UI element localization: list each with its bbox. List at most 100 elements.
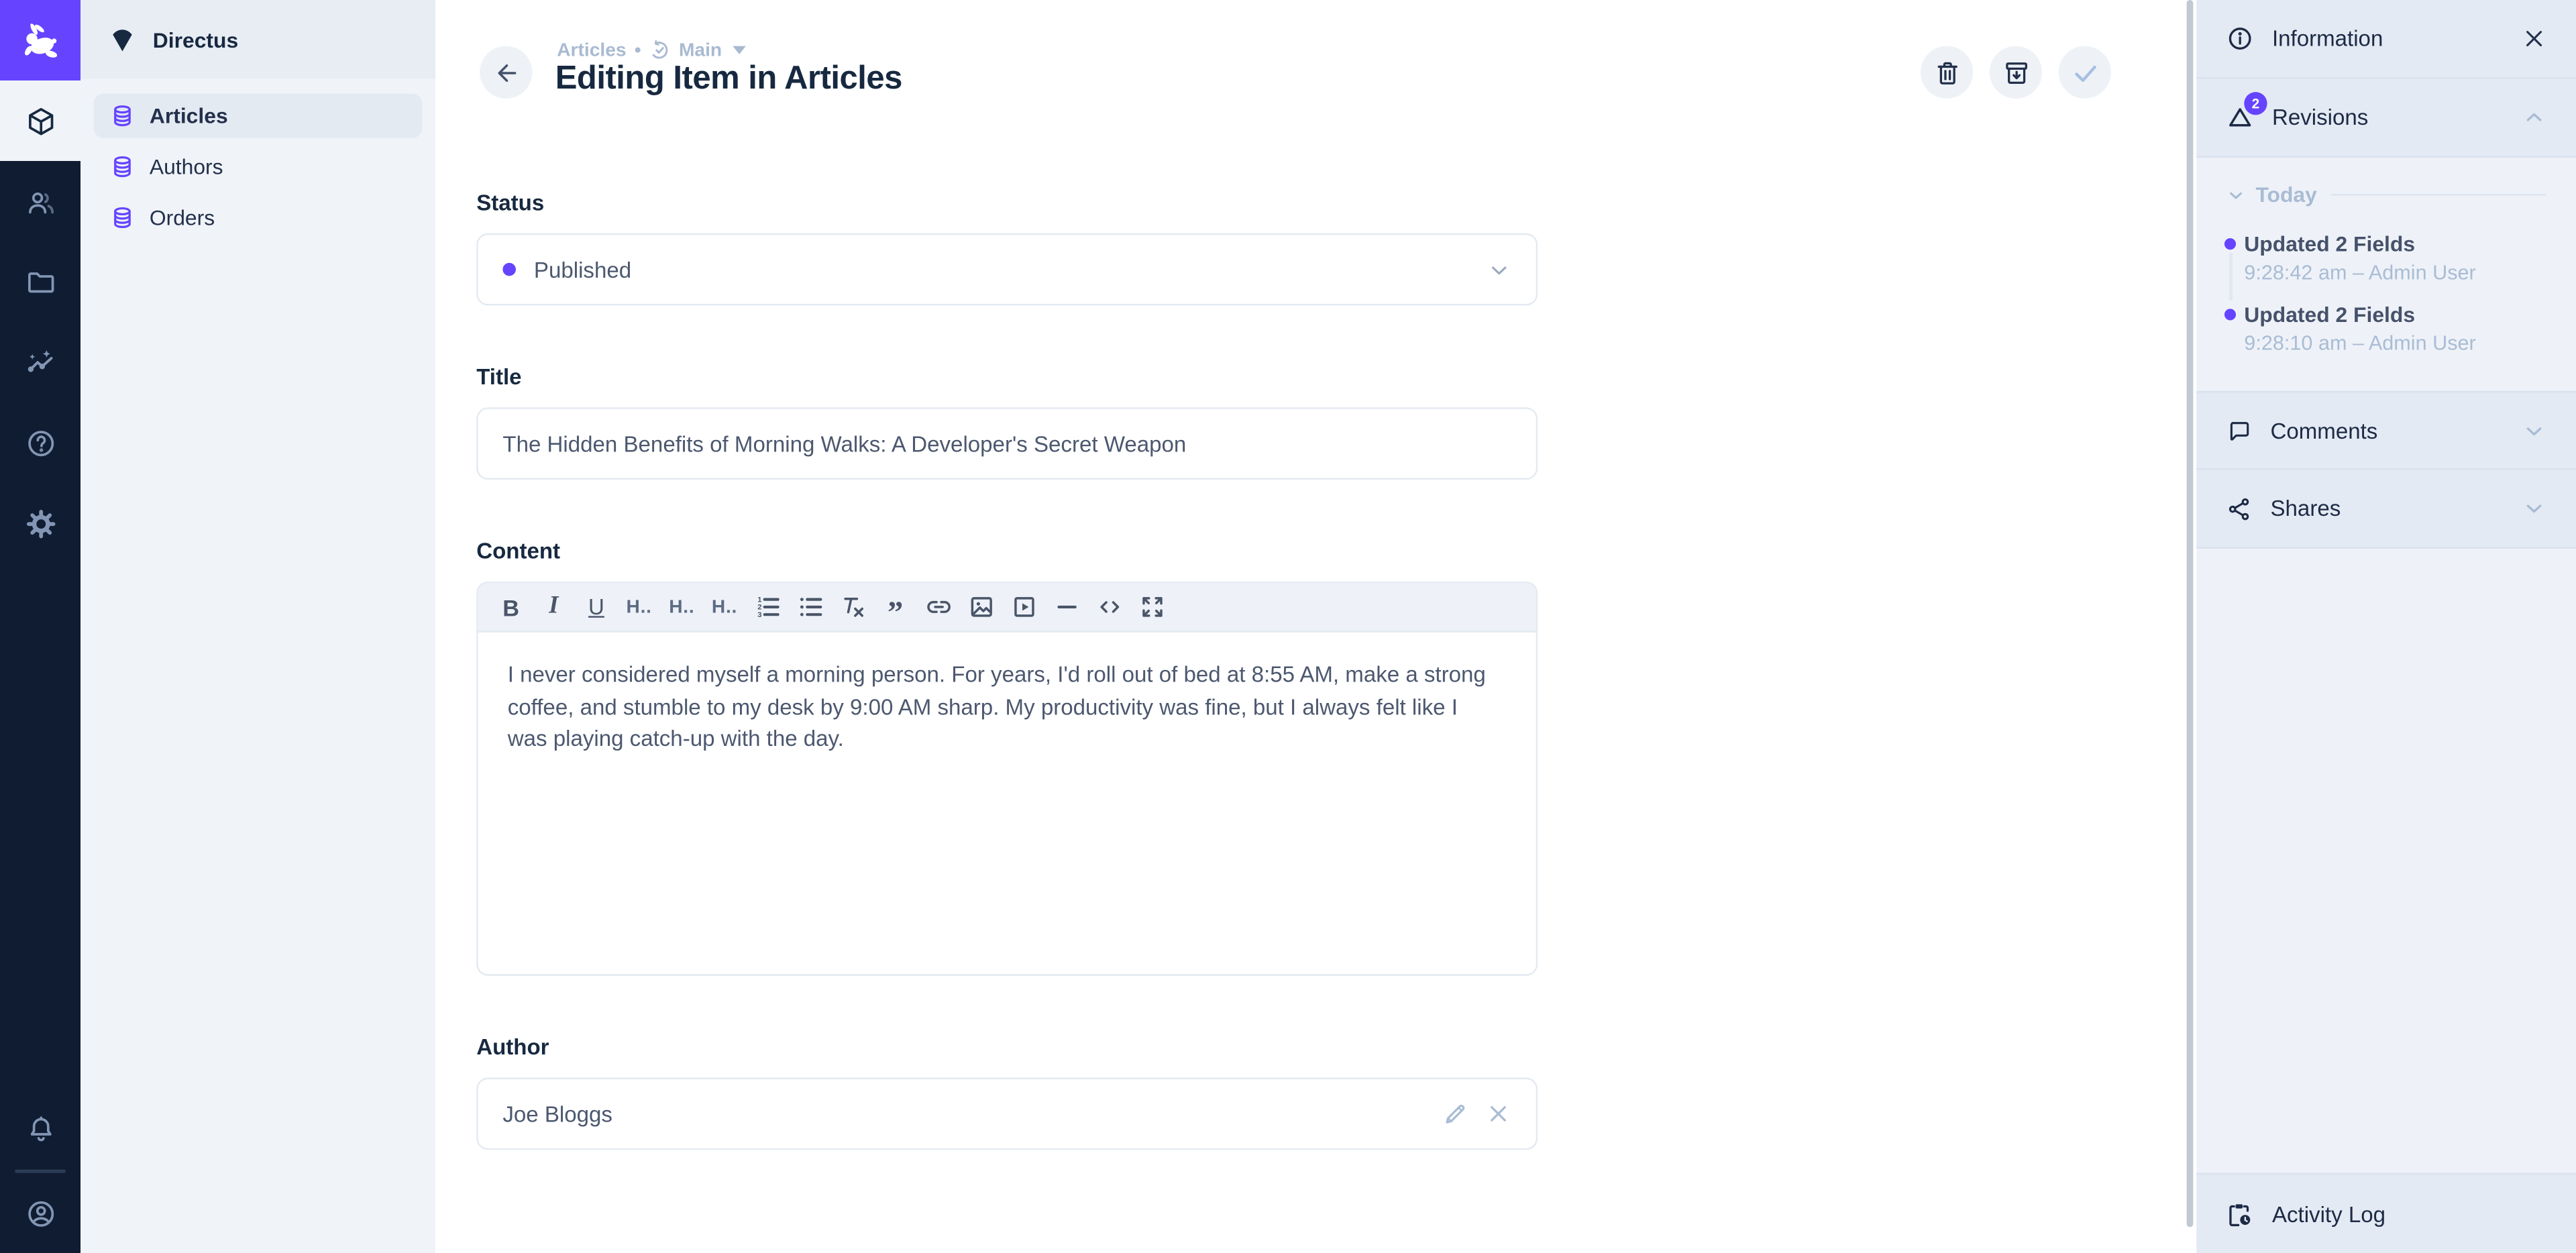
delete-item-button[interactable] — [1921, 46, 1973, 99]
page-title: Editing Item in Articles — [555, 61, 902, 99]
project-logo-icon — [109, 25, 137, 54]
chevron-down-icon[interactable] — [2522, 496, 2546, 521]
sidebar-section-information[interactable]: Information — [2196, 0, 2576, 79]
revision-dot-icon — [2224, 238, 2236, 250]
collection-database-icon — [110, 103, 135, 128]
revision-title: Updated 2 Fields — [2244, 231, 2546, 258]
archive-icon — [2002, 58, 2030, 87]
revision-entries: Updated 2 Fields 9:28:42 am – Admin User… — [2226, 231, 2546, 356]
chevron-down-icon[interactable] — [1487, 257, 1511, 282]
link-button[interactable] — [917, 586, 960, 629]
nav-item-authors[interactable]: Authors — [94, 145, 423, 189]
svg-text:2: 2 — [757, 604, 761, 612]
sidebar-section-activity-log[interactable]: Activity Log — [2196, 1173, 2576, 1253]
module-file-library[interactable] — [0, 241, 80, 322]
title-input[interactable]: The Hidden Benefits of Morning Walks: A … — [476, 407, 1538, 480]
article-body-text: I never considered myself a morning pers… — [508, 659, 1487, 756]
collection-database-icon — [110, 154, 135, 179]
revisions-icon-wrap: 2 — [2226, 103, 2254, 131]
author-value: Joe Bloggs — [502, 1101, 612, 1126]
module-insights[interactable] — [0, 322, 80, 402]
chevron-up-icon[interactable] — [2522, 105, 2546, 130]
nav-item-articles[interactable]: Articles — [94, 94, 423, 138]
sidebar-section-label: Activity Log — [2272, 1201, 2385, 1226]
content-field-label: Content — [476, 539, 1538, 563]
sidebar-section-comments[interactable]: Comments — [2196, 391, 2576, 470]
notifications-button[interactable] — [0, 1089, 80, 1170]
heading3-button[interactable]: H.. — [703, 586, 746, 629]
breadcrumb-collection-link[interactable]: Articles — [557, 40, 626, 60]
arrow-left-icon — [492, 58, 520, 87]
revision-entry[interactable]: Updated 2 Fields 9:28:10 am – Admin User — [2226, 303, 2546, 357]
save-item-button[interactable] — [2059, 46, 2111, 99]
sidebar-section-revisions[interactable]: 2 Revisions — [2196, 79, 2576, 158]
main-content: Articles • Main Editing Item in Articles — [435, 0, 2196, 1253]
module-help[interactable] — [0, 402, 80, 483]
revision-entry[interactable]: Updated 2 Fields 9:28:42 am – Admin User — [2226, 231, 2546, 286]
status-field-group: Status Published — [476, 190, 1538, 305]
sidebar-section-label: Revisions — [2272, 105, 2368, 130]
blockquote-button[interactable]: ” — [874, 586, 917, 629]
title-field-label: Title — [476, 365, 1538, 390]
title-field-group: Title The Hidden Benefits of Morning Wal… — [476, 365, 1538, 480]
sidebar-section-shares[interactable]: Shares — [2196, 470, 2576, 549]
caret-down-icon[interactable] — [733, 46, 747, 54]
deselect-x-icon[interactable] — [1485, 1101, 1511, 1127]
navigation-panel: Directus Articles — [80, 0, 435, 1253]
module-user-directory[interactable] — [0, 161, 80, 241]
ordered-list-button[interactable]: 1 2 3 — [746, 586, 789, 629]
archive-item-button[interactable] — [1990, 46, 2042, 99]
user-menu-button[interactable] — [0, 1173, 80, 1253]
version-sync-icon — [649, 40, 671, 61]
info-icon — [2226, 25, 2254, 53]
sidebar-section-label: Information — [2272, 26, 2383, 51]
code-button[interactable] — [1087, 586, 1130, 629]
fullscreen-button[interactable] — [1130, 586, 1173, 629]
collections-nav: Articles Authors — [80, 79, 435, 262]
italic-button[interactable]: I — [532, 586, 575, 629]
horizontal-rule-button[interactable] — [1045, 586, 1088, 629]
revisions-count-badge: 2 — [2244, 92, 2267, 115]
chevron-down-icon[interactable] — [2522, 418, 2546, 443]
breadcrumb-separator: • — [635, 40, 641, 60]
trash-icon — [1933, 58, 1961, 87]
revisions-group-label: Today — [2255, 182, 2316, 207]
module-settings[interactable] — [0, 483, 80, 563]
breadcrumb: Articles • Main — [557, 40, 747, 61]
module-content[interactable] — [0, 80, 80, 161]
edit-pencil-icon[interactable] — [1442, 1101, 1468, 1127]
close-icon[interactable] — [2522, 26, 2546, 51]
heading1-button[interactable]: H.. — [618, 586, 661, 629]
wysiwyg-content-area[interactable]: I never considered myself a morning pers… — [478, 633, 1536, 974]
revision-meta: 9:28:42 am – Admin User — [2244, 261, 2546, 286]
people-icon — [24, 185, 57, 218]
directus-logo-button[interactable] — [0, 0, 80, 80]
status-select[interactable]: Published — [476, 233, 1538, 306]
back-button[interactable] — [480, 46, 532, 99]
content-scrollbar[interactable] — [2187, 0, 2194, 1227]
revisions-date-group[interactable]: Today — [2226, 182, 2546, 207]
content-module-box-icon — [24, 105, 57, 138]
activity-log-clipboard-icon — [2226, 1200, 2254, 1228]
breadcrumb-version-selector[interactable]: Main — [679, 40, 722, 60]
right-sidebar: Information 2 Revisions — [2196, 0, 2576, 1253]
directus-rabbit-logo-icon — [18, 18, 62, 62]
underline-button[interactable]: U — [575, 586, 618, 629]
sidebar-filler — [2196, 549, 2576, 1173]
nav-item-orders[interactable]: Orders — [94, 195, 423, 239]
bold-button[interactable]: B — [490, 586, 533, 629]
revision-dot-icon — [2224, 309, 2236, 320]
nav-item-label: Articles — [150, 103, 228, 128]
heading2-button[interactable]: H.. — [660, 586, 703, 629]
revision-title: Updated 2 Fields — [2244, 303, 2546, 329]
insert-video-button[interactable] — [1002, 586, 1045, 629]
insert-image-button[interactable] — [959, 586, 1002, 629]
remove-format-button[interactable] — [831, 586, 874, 629]
project-info[interactable]: Directus — [80, 0, 435, 79]
check-icon — [2069, 56, 2100, 88]
author-field-group: Author Joe Bloggs — [476, 1035, 1538, 1150]
bullet-list-button[interactable] — [789, 586, 832, 629]
title-value: The Hidden Benefits of Morning Walks: A … — [502, 431, 1186, 456]
bell-icon — [24, 1113, 57, 1146]
author-relation-field[interactable]: Joe Bloggs — [476, 1078, 1538, 1150]
